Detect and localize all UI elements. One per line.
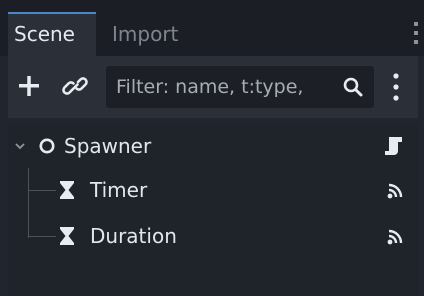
- node-circle-icon: [39, 138, 55, 154]
- tree-item-label: Timer: [90, 178, 148, 202]
- tree-row-timer[interactable]: Timer: [8, 168, 418, 212]
- scene-toolbar: [8, 56, 418, 118]
- more-options-button[interactable]: [388, 70, 404, 104]
- tab-import[interactable]: Import: [98, 12, 218, 56]
- kebab-menu-icon: [393, 73, 399, 101]
- chevron-down-icon[interactable]: [14, 140, 26, 152]
- add-node-button[interactable]: [12, 68, 46, 104]
- tree-item-label: Spawner: [64, 134, 152, 158]
- dock-grip-icon[interactable]: [414, 22, 418, 48]
- scene-tree: Spawner Timer Duration: [8, 124, 418, 296]
- tab-bar: Scene Import: [0, 0, 424, 56]
- hourglass-icon: [60, 181, 74, 199]
- tab-scene[interactable]: Scene: [8, 12, 96, 56]
- instance-scene-button[interactable]: [58, 68, 92, 104]
- filter-field[interactable]: [106, 66, 374, 108]
- search-icon: [343, 77, 363, 97]
- hourglass-icon: [60, 227, 74, 245]
- tree-row-spawner[interactable]: Spawner: [8, 124, 418, 168]
- script-icon[interactable]: [382, 134, 406, 158]
- tree-item-label: Duration: [90, 224, 177, 248]
- tree-row-duration[interactable]: Duration: [8, 214, 418, 258]
- signal-icon[interactable]: [386, 182, 404, 200]
- filter-input[interactable]: [116, 66, 332, 108]
- link-icon: [62, 77, 88, 95]
- plus-icon: [19, 76, 39, 96]
- scene-dock: Scene Import Filter: name, t:type, Spawn…: [0, 0, 424, 296]
- signal-icon[interactable]: [386, 228, 404, 246]
